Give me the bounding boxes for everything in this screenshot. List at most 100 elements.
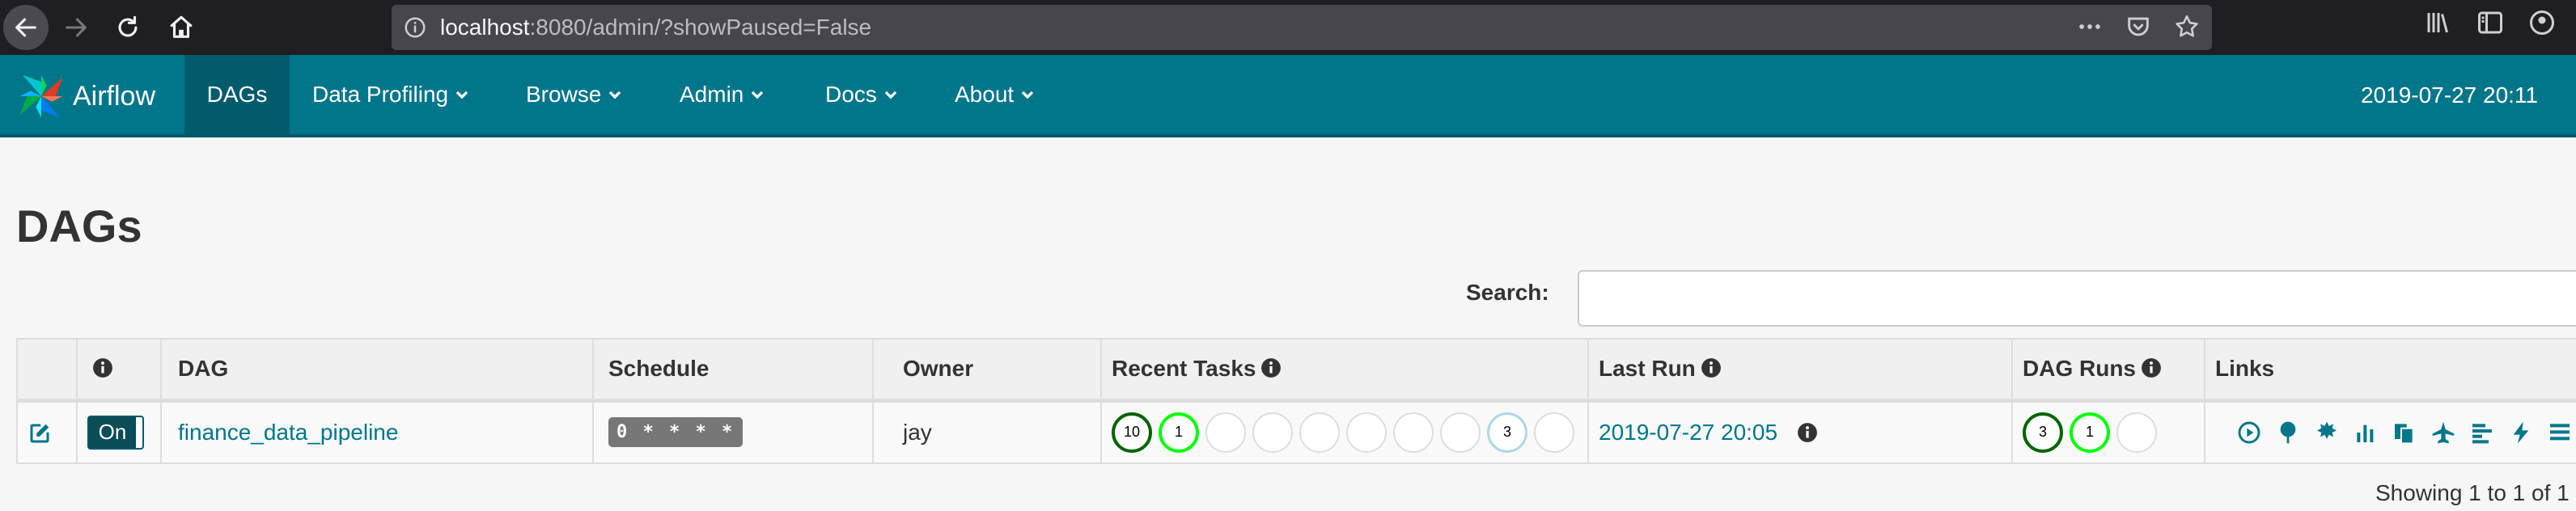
status-circle-none[interactable] [1299, 412, 1340, 453]
nav-about-label: About [955, 82, 1015, 107]
info-icon[interactable] [1797, 422, 1818, 443]
library-icon[interactable] [2424, 8, 2453, 37]
info-icon[interactable] [92, 357, 113, 378]
dag-runs-circles: 31 [2023, 412, 2194, 453]
forward-button[interactable] [53, 5, 99, 50]
chevron-down-icon [1022, 91, 1034, 99]
schedule-cell: 0 * * * * [592, 399, 874, 464]
status-circle-none[interactable] [1534, 412, 1574, 453]
status-circle-none[interactable] [1346, 412, 1387, 453]
code-view-icon[interactable] [2508, 420, 2534, 446]
header-recent-tasks: Recent Tasks [1100, 338, 1589, 403]
nav-docs-label: Docs [825, 82, 877, 107]
trigger-dag-icon[interactable] [2236, 420, 2262, 446]
header-links-label: Links [2215, 356, 2275, 382]
links-cell [2204, 399, 2576, 464]
nav-data-profiling-label: Data Profiling [312, 82, 449, 107]
header-dag-runs-label: DAG Runs [2023, 356, 2136, 382]
toggle-cell: On [76, 399, 162, 464]
arrow-right-icon [66, 18, 87, 37]
nav-data-profiling[interactable]: Data Profiling [312, 55, 469, 134]
back-button[interactable] [3, 5, 49, 50]
url-bar[interactable]: localhost:8080/admin/?showPaused=False [392, 5, 2212, 50]
logs-icon[interactable] [2547, 420, 2573, 446]
browser-toolbar: localhost:8080/admin/?showPaused=False [0, 0, 2576, 55]
account-icon[interactable] [2527, 8, 2557, 37]
chevron-down-icon [884, 91, 896, 99]
info-icon[interactable] [1260, 357, 1282, 378]
status-circle-none[interactable] [1440, 412, 1481, 453]
header-dag-label: DAG [178, 356, 229, 382]
header-last-run-label: Last Run [1599, 356, 1696, 382]
tree-view-icon[interactable] [2275, 420, 2301, 446]
owner-text: jay [903, 419, 932, 445]
graph-view-icon[interactable] [2314, 420, 2340, 446]
url-text: localhost:8080/admin/?showPaused=False [440, 16, 871, 39]
status-circle-none[interactable] [2116, 412, 2157, 453]
info-icon[interactable] [2141, 357, 2162, 378]
duration-chart-icon[interactable] [2353, 420, 2379, 446]
status-circle-none[interactable] [1205, 412, 1246, 453]
dag-runs-cell: 31 [2011, 399, 2205, 464]
airflow-logo-icon [19, 74, 63, 118]
header-recent-tasks-label: Recent Tasks [1112, 356, 1256, 382]
url-host: localhost [440, 15, 530, 40]
top-navbar: Airflow DAGs Data Profiling Browse Admin… [0, 55, 2576, 137]
header-schedule-label: Schedule [608, 356, 710, 382]
schedule-badge[interactable]: 0 * * * * [608, 417, 744, 448]
brand-link[interactable]: Airflow [15, 70, 155, 123]
pause-toggle[interactable]: On [87, 415, 144, 450]
nav-browse-label: Browse [526, 82, 602, 107]
status-circle-none[interactable] [1393, 412, 1434, 453]
info-icon[interactable] [1701, 357, 1722, 378]
last-run-cell: 2019-07-27 20:05 [1587, 399, 2013, 464]
header-owner-label: Owner [903, 356, 974, 382]
edit-icon[interactable] [28, 421, 52, 446]
reload-icon [118, 15, 138, 37]
nav-about[interactable]: About [955, 55, 1035, 134]
owner-cell: jay [872, 399, 1102, 464]
gantt-icon[interactable] [2469, 420, 2495, 446]
status-circle-queued[interactable]: 3 [1487, 412, 1527, 453]
header-owner[interactable]: Owner [872, 338, 1102, 403]
task-tries-icon[interactable] [2392, 420, 2417, 446]
dag-id-cell: finance_data_pipeline [160, 399, 594, 464]
status-circle-success[interactable]: 10 [1112, 412, 1152, 453]
more-actions-icon[interactable] [2076, 13, 2104, 40]
status-circle-none[interactable] [1252, 412, 1293, 453]
bookmark-star-icon[interactable] [2173, 13, 2201, 40]
page-title: DAGs [16, 201, 142, 251]
chevron-down-icon [609, 91, 621, 99]
header-schedule[interactable]: Schedule [592, 338, 874, 403]
search-label: Search: [1466, 280, 1549, 305]
nav-dags[interactable]: DAGs [184, 55, 290, 134]
nav-docs[interactable]: Docs [825, 55, 898, 134]
brand-text: Airflow [73, 80, 156, 112]
status-circle-running[interactable]: 1 [2070, 412, 2110, 453]
info-icon[interactable] [403, 15, 427, 40]
header-last-run: Last Run [1587, 338, 2013, 403]
sidebar-icon[interactable] [2476, 8, 2505, 37]
nav-browse[interactable]: Browse [526, 55, 622, 134]
status-circle-running[interactable]: 1 [1159, 412, 1199, 453]
reload-button[interactable] [105, 5, 150, 50]
nav-dags-label: DAGs [206, 82, 268, 107]
home-button[interactable] [159, 5, 204, 50]
header-edit [16, 338, 78, 403]
chevron-down-icon [752, 91, 764, 99]
home-icon [170, 15, 193, 38]
dag-link[interactable]: finance_data_pipeline [172, 420, 398, 445]
server-datetime: 2019-07-27 20:11 [2361, 82, 2538, 108]
nav-admin[interactable]: Admin [680, 55, 765, 134]
header-dag[interactable]: DAG [160, 338, 594, 403]
arrow-left-icon [15, 18, 36, 37]
pocket-icon[interactable] [2125, 13, 2152, 40]
landing-times-icon[interactable] [2430, 420, 2456, 446]
table-row: On finance_data_pipeline 0 * * * * jay 1… [16, 399, 2576, 464]
table-header-row: DAG Schedule Owner Recent Tasks Last Run… [16, 338, 2576, 403]
header-info [76, 338, 162, 403]
status-circle-success[interactable]: 3 [2023, 412, 2063, 453]
recent-tasks-circles: 10 1 3 [1112, 412, 1578, 453]
search-input[interactable] [1578, 270, 2576, 327]
last-run-link[interactable]: 2019-07-27 20:05 [1599, 420, 1777, 446]
